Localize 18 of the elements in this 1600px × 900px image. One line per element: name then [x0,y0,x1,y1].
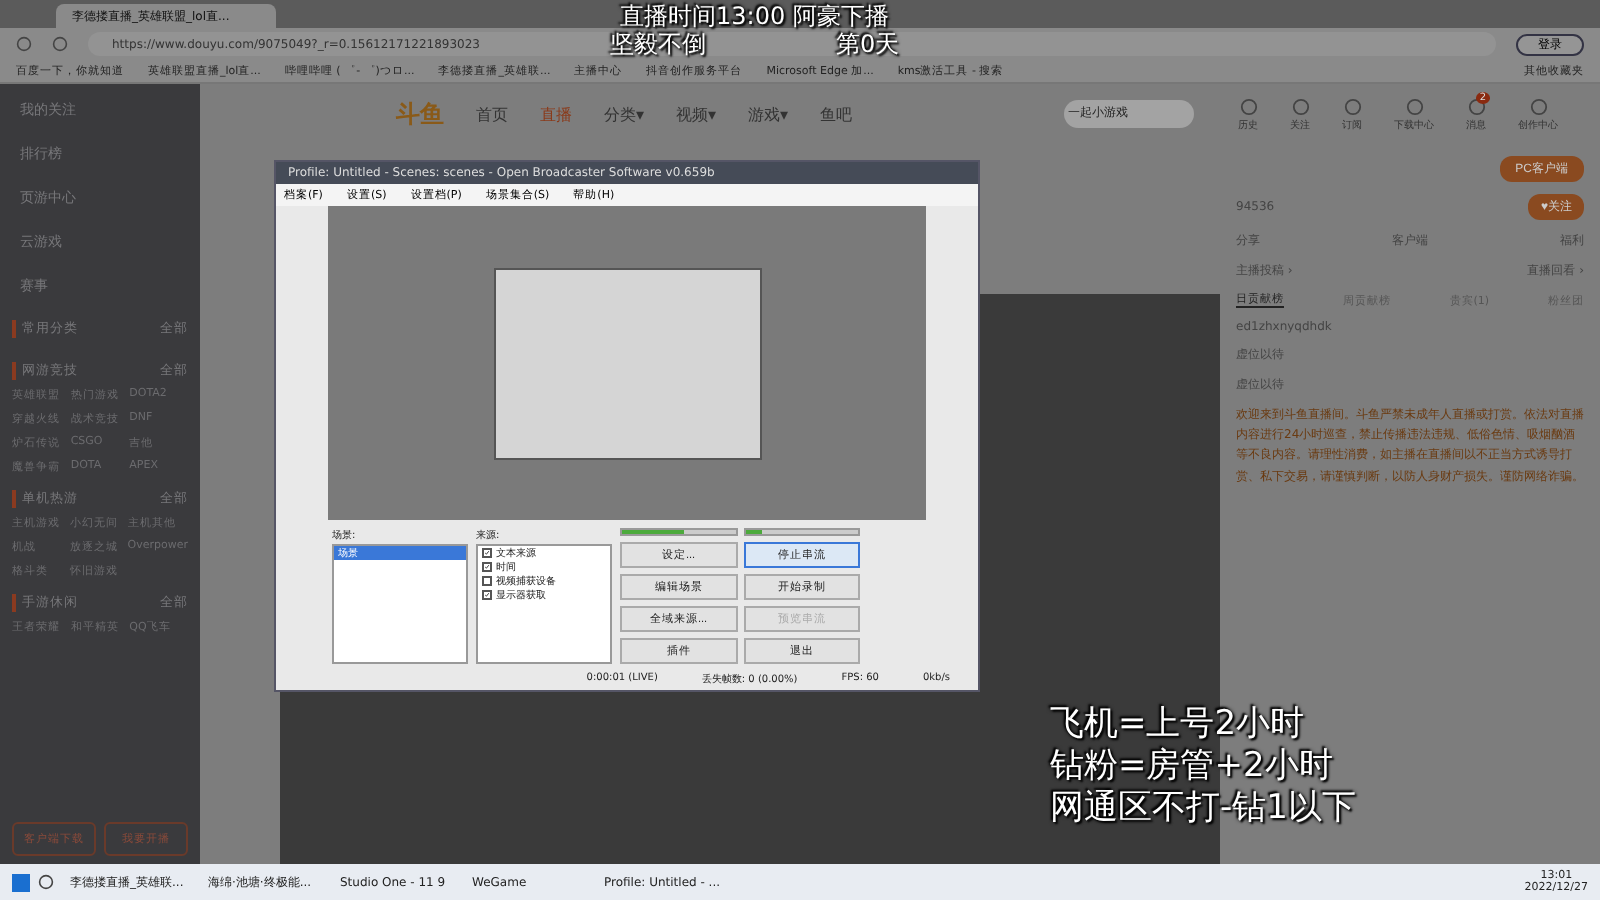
nav-link[interactable]: 直播 [540,103,572,125]
nav-link[interactable]: 分类▾ [604,103,645,125]
overlay-text: 网通区不打-钻1以下 [1050,788,1356,830]
overlay-text: 直播时间13:00 阿豪下播 [620,0,889,32]
nav-link[interactable]: 鱼吧 [820,103,853,125]
checkbox[interactable] [482,561,492,572]
overlay-text: 第0天 [836,28,900,62]
checkbox[interactable] [482,589,492,600]
checkbox[interactable] [482,547,492,558]
nav-link[interactable]: 首页 [476,103,508,125]
overlay-text: 坚毅不倒 [610,28,706,62]
overlay-text: 飞机=上号2小时 [1050,704,1305,746]
nav-link[interactable]: 视频▾ [676,103,717,125]
site-logo[interactable]: 斗鱼 [396,97,444,131]
checkbox[interactable] [482,575,492,586]
overlay-text: 钻粉=房管+2小时 [1050,746,1333,788]
windows-icon[interactable] [12,873,30,891]
nav-link[interactable]: 游戏▾ [748,103,789,125]
